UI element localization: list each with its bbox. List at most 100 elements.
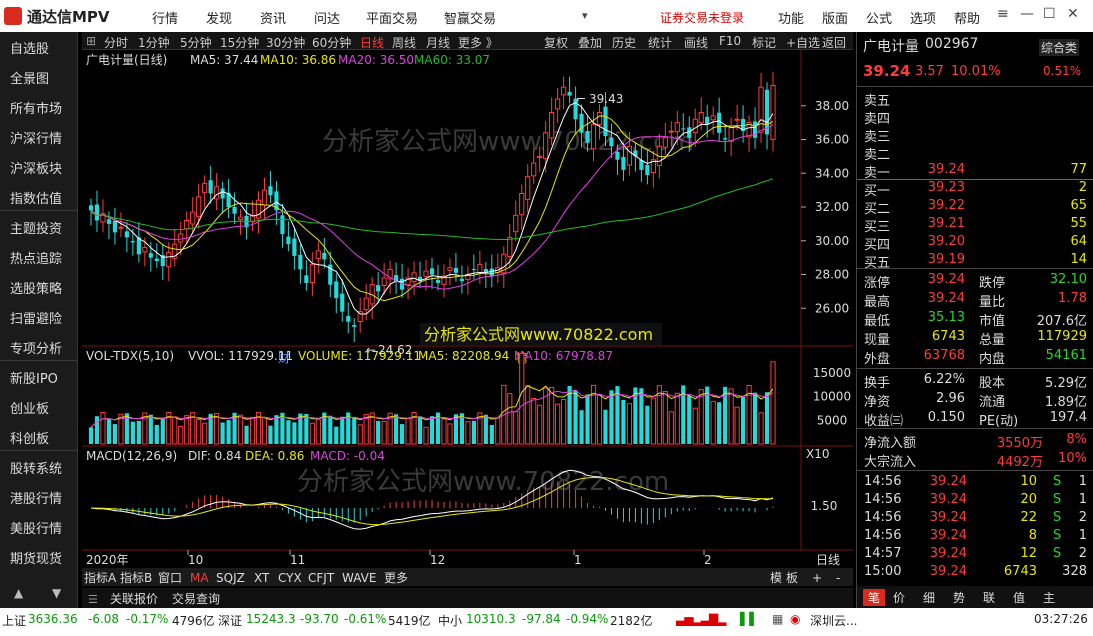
tick-row[interactable]: 14:56 39.24 8 S 1 (857, 528, 1093, 546)
menu-item-discover[interactable]: 发现 (206, 8, 232, 27)
fund-label: 股本 (979, 376, 1006, 391)
x-axis-period: 日线 (816, 553, 840, 567)
trade-login-status[interactable]: 证券交易未登录 (660, 9, 744, 26)
idx-zx-name[interactable]: 中小 (438, 612, 462, 629)
tab-period-5m[interactable]: 5分钟 (180, 34, 212, 51)
bid-row[interactable]: 买三 39.21 55 (857, 216, 1093, 235)
bid-row[interactable]: 买四 39.20 64 (857, 234, 1093, 253)
tab-period-tick[interactable]: 分时 (104, 34, 128, 51)
ask-row[interactable]: 卖四 (857, 108, 1093, 127)
panel-tab[interactable]: 价 (893, 589, 905, 606)
ask-row[interactable]: 卖五 (857, 90, 1093, 109)
nav-item-watchlist[interactable]: 自选股 (10, 38, 49, 57)
collapse-icon[interactable]: ⊞ (86, 34, 96, 48)
nav-item-panorama[interactable]: 全景图 (10, 68, 49, 87)
tick-row[interactable]: 14:56 39.24 10 S 1 (857, 474, 1093, 492)
tab-period-1m[interactable]: 1分钟 (138, 34, 170, 51)
panel-tab[interactable]: 笔 (863, 589, 886, 606)
nav-item-hotspot[interactable]: 热点追踪 (10, 248, 62, 267)
menu-icon[interactable]: ≡ (997, 6, 1009, 22)
nav-item-neeq[interactable]: 股转系统 (10, 458, 62, 477)
menu-item-options[interactable]: 选项 (910, 8, 936, 27)
bid-row[interactable]: 买一 39.23 2 (857, 180, 1093, 199)
panel-tab[interactable]: 主 (1043, 589, 1055, 606)
fund-row[interactable]: 净资 2.96 流通 1.89亿 (857, 391, 1093, 410)
nav-item-stock-picking[interactable]: 选股策略 (10, 278, 62, 297)
tab-period-60m[interactable]: 60分钟 (312, 34, 351, 51)
tick-row[interactable]: 15:00 39.24 6743 328 (857, 564, 1093, 582)
nav-up-icon[interactable]: ▲ (14, 586, 23, 600)
panel-tab[interactable]: 联 (983, 589, 995, 606)
stat-row[interactable]: 涨停 39.24 跌停 32.10 (857, 272, 1093, 291)
menu-item-formula[interactable]: 公式 (866, 8, 892, 27)
server-name[interactable]: 深圳云... (810, 612, 857, 629)
panel-tab[interactable]: 值 (1013, 589, 1025, 606)
nav-item-ipo[interactable]: 新股IPO (10, 368, 58, 387)
tool-overlay[interactable]: 叠加 (578, 34, 602, 51)
close-icon[interactable]: ✕ (1067, 6, 1079, 22)
nav-item-all-markets[interactable]: 所有市场 (10, 98, 62, 117)
stat-row[interactable]: 现量 6743 总量 117929 (857, 329, 1093, 348)
ask-row[interactable]: 卖三 (857, 126, 1093, 145)
menu-item-ask[interactable]: 问达 (314, 8, 340, 27)
alert-icon[interactable]: ◉ (790, 612, 800, 626)
volume-bar (764, 392, 770, 444)
stat-row[interactable]: 最低 35.13 市值 207.6亿 (857, 310, 1093, 329)
menu-item-layout[interactable]: 版面 (822, 8, 848, 27)
nav-item-hs-sectors[interactable]: 沪深板块 (10, 158, 62, 177)
nav-item-us[interactable]: 美股行情 (10, 518, 62, 537)
nav-down-icon[interactable]: ▼ (52, 586, 61, 600)
stock-category[interactable]: 综合类 (1039, 39, 1080, 56)
dropdown-chevron-icon[interactable]: ▾ (582, 9, 588, 22)
nav-item-gem[interactable]: 创业板 (10, 398, 49, 417)
fund-row[interactable]: 收益㈢ 0.150 PE(动) 197.4 (857, 410, 1093, 429)
menu-item-function[interactable]: 功能 (778, 8, 804, 27)
panel-tab[interactable]: 势 (953, 589, 965, 606)
nav-item-hs-quotes[interactable]: 沪深行情 (10, 128, 62, 147)
tool-f10[interactable]: F10 (719, 34, 741, 48)
fund-row[interactable]: 换手 6.22% 股本 5.29亿 (857, 372, 1093, 391)
tab-period-weekly[interactable]: 周线 (392, 34, 416, 51)
ask-row[interactable]: 卖二 (857, 144, 1093, 163)
menu-item-flat-trade[interactable]: 平面交易 (366, 8, 418, 27)
tool-back[interactable]: 返回 (822, 34, 846, 51)
tick-row[interactable]: 14:56 39.24 20 S 1 (857, 492, 1093, 510)
maximize-icon[interactable]: ☐ (1043, 6, 1056, 22)
menu-item-news[interactable]: 资讯 (260, 8, 286, 27)
tool-draw[interactable]: 画线 (684, 34, 708, 51)
menu-item-help[interactable]: 帮助 (954, 8, 980, 27)
flow-row[interactable]: 净流入额 3550万 8% (857, 432, 1093, 451)
volume-bar (226, 420, 231, 444)
nav-item-special-analysis[interactable]: 专项分析 (10, 338, 62, 357)
tool-stats[interactable]: 统计 (648, 34, 672, 51)
idx-sh-name[interactable]: 上证 (2, 612, 26, 629)
menu-item-smart-trade[interactable]: 智赢交易 (444, 8, 496, 27)
kline-chart[interactable]: 分析家公式网www.70822.com 分析家公式网www.70822.com … (82, 50, 853, 608)
tick-row[interactable]: 14:57 39.24 12 S 2 (857, 546, 1093, 564)
tab-period-daily[interactable]: 日线 (360, 34, 384, 51)
tool-adjust[interactable]: 复权 (544, 34, 568, 51)
menu-item-market[interactable]: 行情 (152, 8, 178, 27)
tab-period-15m[interactable]: 15分钟 (220, 34, 259, 51)
minimize-icon[interactable]: — (1020, 6, 1034, 22)
nav-item-star[interactable]: 科创板 (10, 428, 49, 447)
nav-item-theme[interactable]: 主题投资 (10, 218, 62, 237)
bid-row[interactable]: 买二 39.22 65 (857, 198, 1093, 217)
tool-add-watchlist[interactable]: +自选 (786, 34, 820, 51)
tool-mark[interactable]: 标记 (752, 34, 776, 51)
ask-row[interactable]: 卖一 39.24 77 (857, 162, 1093, 181)
nav-item-futures[interactable]: 期货现货 (10, 548, 62, 567)
nav-item-index-valuation[interactable]: 指数估值 (10, 188, 62, 207)
tab-period-monthly[interactable]: 月线 (426, 34, 450, 51)
tab-period-30m[interactable]: 30分钟 (266, 34, 305, 51)
idx-sz-name[interactable]: 深证 (218, 612, 242, 629)
tab-period-more[interactable]: 更多 》 (458, 34, 498, 51)
tick-row[interactable]: 14:56 39.24 22 S 2 (857, 510, 1093, 528)
stat-row[interactable]: 最高 39.24 量比 1.78 (857, 291, 1093, 310)
nav-item-risk-scan[interactable]: 扫雷避险 (10, 308, 62, 327)
flow-row[interactable]: 大宗流入 4492万 10% (857, 451, 1093, 470)
nav-item-hk[interactable]: 港股行情 (10, 488, 62, 507)
panel-tab[interactable]: 细 (923, 589, 935, 606)
stat-row[interactable]: 外盘 63768 内盘 54161 (857, 348, 1093, 367)
tool-history[interactable]: 历史 (612, 34, 636, 51)
